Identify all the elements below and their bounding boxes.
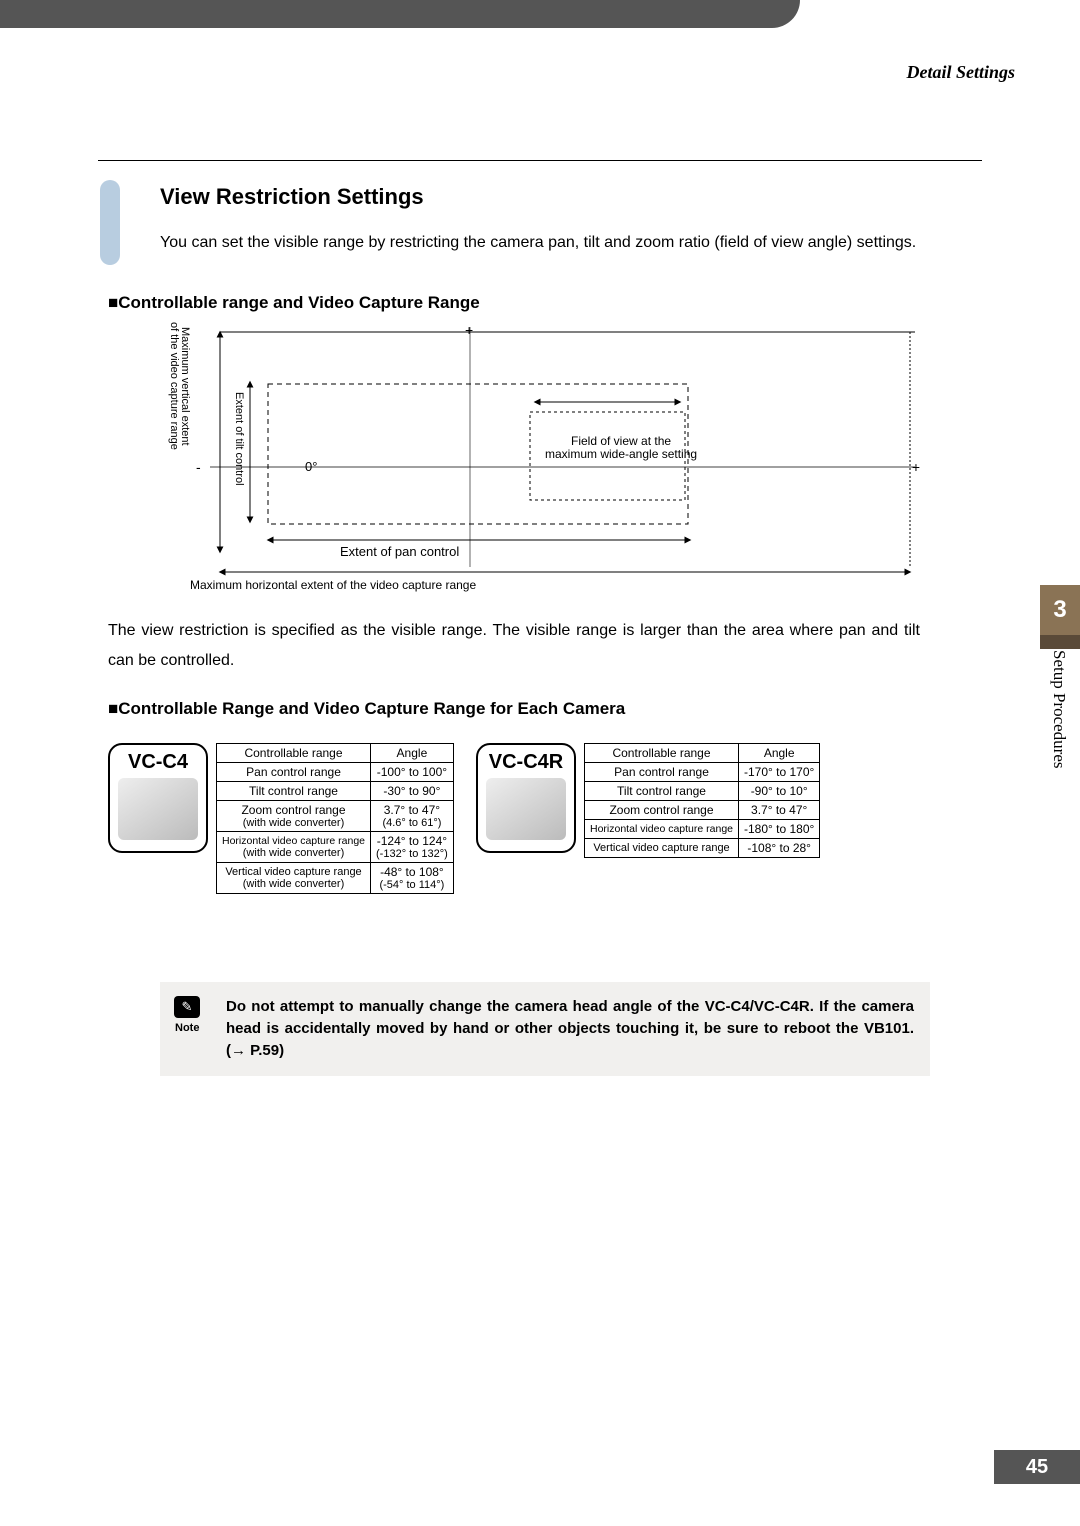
vc-c4-title: VC-C4: [118, 751, 198, 774]
subheading-1: ■Controllable range and Video Capture Ra…: [108, 293, 480, 313]
vc-c4-block: VC-C4 Controllable range Angle Pan contr…: [108, 743, 454, 894]
section-title: View Restriction Settings: [160, 184, 424, 210]
table-row: Zoom control range3.7° to 47°: [585, 801, 820, 820]
fov-label: Field of view at themaximum wide-angle s…: [545, 435, 697, 461]
cell-label: Vertical video capture range: [585, 839, 739, 858]
table-header-row: Controllable range Angle: [217, 744, 454, 763]
table-row: Vertical video capture range(with wide c…: [217, 863, 454, 894]
vc-c4r-title: VC-C4R: [486, 751, 566, 774]
note-label: Note: [175, 1022, 199, 1034]
vc-c4r-block: VC-C4R Controllable range Angle Pan cont…: [476, 743, 820, 858]
table-row: Horizontal video capture range-180° to 1…: [585, 820, 820, 839]
table-row: Zoom control range(with wide converter) …: [217, 801, 454, 832]
section-marker-pill: [100, 180, 120, 265]
note-text: Do not attempt to manually change the ca…: [226, 996, 914, 1062]
page-number: 45: [994, 1450, 1080, 1484]
cell-angle: 3.7° to 47°: [739, 801, 820, 820]
chapter-tab-shadow: [1040, 635, 1080, 649]
cell-angle: -100° to 100°: [371, 763, 454, 782]
chapter-tab: 3: [1040, 585, 1080, 635]
cell-angle: -90° to 10°: [739, 782, 820, 801]
diagram-plus-top: +: [465, 322, 473, 338]
cell-angle: -108° to 28°: [739, 839, 820, 858]
col-header: Angle: [739, 744, 820, 763]
col-header: Angle: [371, 744, 454, 763]
cell-angle: -180° to 180°: [739, 820, 820, 839]
note-box: ✎ Note Do not attempt to manually change…: [160, 982, 930, 1076]
cell-angle: 3.7° to 47°(4.6° to 61°): [371, 801, 454, 832]
vc-c4-spec-table: Controllable range Angle Pan control ran…: [216, 743, 454, 894]
cell-label: Tilt control range: [585, 782, 739, 801]
table-row: Horizontal video capture range(with wide…: [217, 832, 454, 863]
paragraph-2: The view restriction is specified as the…: [108, 616, 920, 676]
pan-extent-label: Extent of pan control: [340, 544, 459, 559]
cell-label: Horizontal video capture range: [585, 820, 739, 839]
diagram-minus-left: -: [196, 459, 201, 475]
cell-label: Pan control range: [585, 763, 739, 782]
diagram-svg: [160, 322, 920, 587]
cell-angle: -124° to 124°(-132° to 132°): [371, 832, 454, 863]
horiz-caption: Maximum horizontal extent of the video c…: [190, 578, 476, 592]
col-header: Controllable range: [217, 744, 371, 763]
cell-angle: -30° to 90°: [371, 782, 454, 801]
table-row: Vertical video capture range-108° to 28°: [585, 839, 820, 858]
cell-label: Horizontal video capture range(with wide…: [217, 832, 371, 863]
top-tab-decor: [0, 0, 800, 28]
diagram-zero: 0°: [305, 459, 317, 474]
vc-c4r-spec-table: Controllable range Angle Pan control ran…: [584, 743, 820, 858]
diagram-plus-right: +: [912, 459, 920, 475]
intro-paragraph: You can set the visible range by restric…: [160, 228, 920, 258]
vc-c4-model-box: VC-C4: [108, 743, 208, 853]
table-row: Pan control range -100° to 100°: [217, 763, 454, 782]
tilt-extent-label: Extent of tilt control: [233, 392, 245, 486]
vc-c4r-model-box: VC-C4R: [476, 743, 576, 853]
range-diagram: + + 0° - Extent of pan control Maximum h…: [160, 322, 920, 587]
chapter-side-label: Setup Procedures: [1049, 650, 1069, 769]
cell-label: Pan control range: [217, 763, 371, 782]
vert-extent-label: Maximum vertical extentof the video capt…: [168, 322, 190, 450]
cell-label: Zoom control range: [585, 801, 739, 820]
cell-angle: -170° to 170°: [739, 763, 820, 782]
note-icon: ✎: [174, 996, 200, 1018]
table-row: Tilt control range -30° to 90°: [217, 782, 454, 801]
cell-label: Zoom control range(with wide converter): [217, 801, 371, 832]
cell-label: Vertical video capture range(with wide c…: [217, 863, 371, 894]
cell-label: Tilt control range: [217, 782, 371, 801]
page-header-right: Detail Settings: [906, 62, 1015, 83]
col-header: Controllable range: [585, 744, 739, 763]
subheading-2: ■Controllable Range and Video Capture Ra…: [108, 699, 625, 719]
horizontal-rule: [98, 160, 982, 161]
table-row: Pan control range-170° to 170°: [585, 763, 820, 782]
table-header-row: Controllable range Angle: [585, 744, 820, 763]
table-row: Tilt control range-90° to 10°: [585, 782, 820, 801]
cell-angle: -48° to 108°(-54° to 114°): [371, 863, 454, 894]
vc-c4r-camera-icon: [486, 778, 566, 840]
vc-c4-camera-icon: [118, 778, 198, 840]
